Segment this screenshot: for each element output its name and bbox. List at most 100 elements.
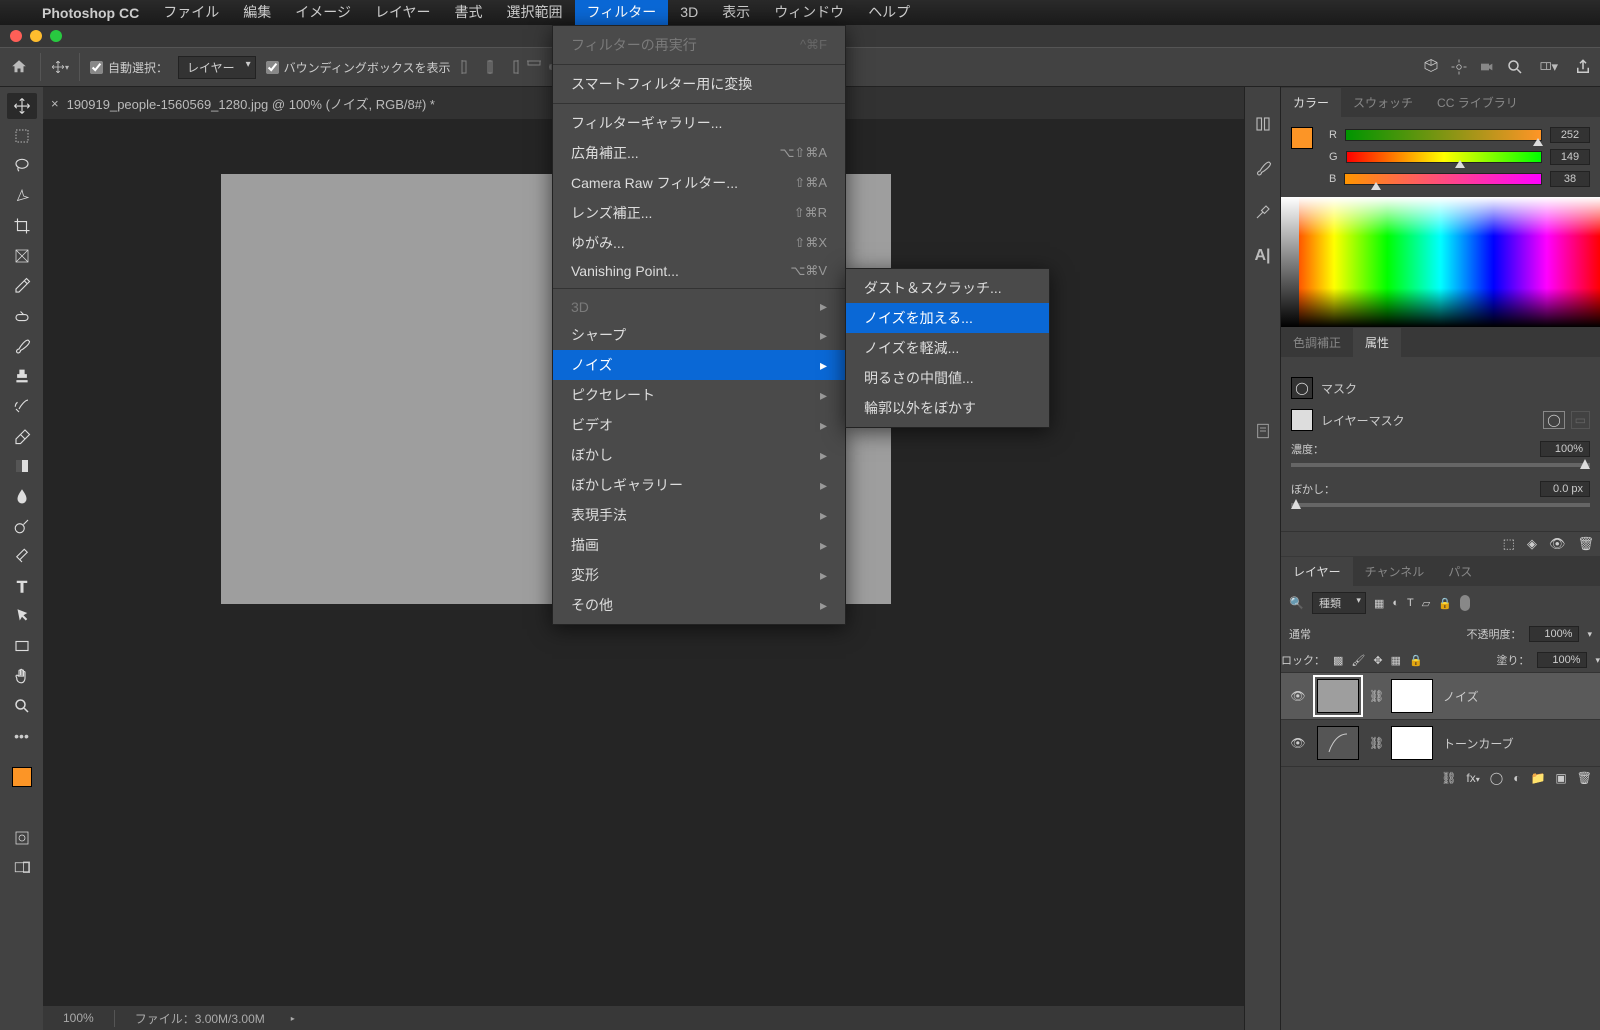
link-layers-icon[interactable]: ⛓ xyxy=(1441,771,1456,785)
filter-type-icon[interactable]: T xyxy=(1407,597,1414,609)
path-select-tool[interactable] xyxy=(7,603,37,629)
close-window-icon[interactable] xyxy=(10,30,22,42)
tab-color[interactable]: カラー xyxy=(1281,88,1341,117)
3d-mode2-icon[interactable] xyxy=(1450,58,1468,76)
pen-tool[interactable] xyxy=(7,543,37,569)
quick-select-tool[interactable] xyxy=(7,183,37,209)
tab-adjustments[interactable]: 色調補正 xyxy=(1281,328,1353,357)
g-slider[interactable] xyxy=(1346,151,1542,163)
zoom-window-icon[interactable] xyxy=(50,30,62,42)
gradient-tool[interactable] xyxy=(7,453,37,479)
character-panel-icon[interactable]: A| xyxy=(1254,247,1272,265)
zoom-tool[interactable] xyxy=(7,693,37,719)
history-brush-tool[interactable] xyxy=(7,393,37,419)
color-swatches-tool[interactable] xyxy=(12,753,32,787)
layer-style-icon[interactable]: fx▾ xyxy=(1466,771,1479,785)
visibility-icon[interactable]: 👁 xyxy=(1289,689,1307,703)
brush-tool[interactable] xyxy=(7,333,37,359)
share-icon[interactable] xyxy=(1574,58,1592,76)
menu-フィルター[interactable]: フィルター xyxy=(575,0,669,25)
hand-tool[interactable] xyxy=(7,663,37,689)
menu-イメージ[interactable]: イメージ xyxy=(283,0,363,25)
r-value[interactable]: 252 xyxy=(1550,127,1590,143)
layer-thumbnail[interactable] xyxy=(1317,679,1359,713)
3d-mode-icon[interactable] xyxy=(1422,58,1440,76)
feather-value[interactable]: 0.0 px xyxy=(1540,481,1590,497)
tab-swatches[interactable]: スウォッチ xyxy=(1341,88,1425,117)
layer-filter-type[interactable]: 種類 xyxy=(1312,592,1366,614)
invert-mask-icon[interactable]: ◈ xyxy=(1527,536,1537,552)
close-tab-icon[interactable]: × xyxy=(51,96,59,111)
screen-mode-icon[interactable] xyxy=(7,855,37,881)
type-tool[interactable] xyxy=(7,573,37,599)
menu-3D[interactable]: 3D xyxy=(668,0,710,25)
heal-tool[interactable] xyxy=(7,303,37,329)
menu-ヘルプ[interactable]: ヘルプ xyxy=(856,0,922,25)
menu-item-Camera Raw フィルター...[interactable]: Camera Raw フィルター...⇧⌘A xyxy=(553,168,845,198)
fill-value[interactable]: 100% xyxy=(1537,652,1587,668)
new-adjustment-icon[interactable]: ◐ xyxy=(1513,771,1520,785)
app-name[interactable]: Photoshop CC xyxy=(30,5,151,21)
brush-panel-icon[interactable] xyxy=(1254,159,1272,177)
r-slider[interactable] xyxy=(1345,129,1542,141)
file-info[interactable]: ファイル：3.00M/3.00M xyxy=(114,1010,285,1027)
fg-bg-swatches[interactable] xyxy=(1291,127,1321,157)
tab-paths[interactable]: パス xyxy=(1436,557,1484,586)
layer-name[interactable]: ノイズ xyxy=(1443,688,1479,705)
visibility-icon[interactable]: 👁 xyxy=(1289,736,1307,750)
delete-layer-icon[interactable]: 🗑 xyxy=(1577,771,1592,785)
home-icon[interactable] xyxy=(8,56,30,78)
mask-thumbnail[interactable] xyxy=(1391,726,1433,760)
blend-mode-select[interactable]: 通常 xyxy=(1289,626,1458,642)
quick-mask-icon[interactable] xyxy=(7,825,37,851)
layer-row[interactable]: 👁 ⛓ トーンカーブ xyxy=(1281,719,1600,766)
filter-smart-icon[interactable]: 🔒 xyxy=(1438,597,1452,610)
layer-mask-thumb[interactable] xyxy=(1291,409,1313,431)
filter-pixel-icon[interactable]: ▦ xyxy=(1374,597,1384,610)
menu-item-ゆがみ...[interactable]: ゆがみ...⇧⌘X xyxy=(553,228,845,258)
menu-ファイル[interactable]: ファイル xyxy=(151,0,231,25)
menu-選択範囲[interactable]: 選択範囲 xyxy=(495,0,575,25)
menu-item-シャープ[interactable]: シャープ xyxy=(553,320,845,350)
lasso-tool[interactable] xyxy=(7,153,37,179)
filter-toggle[interactable] xyxy=(1460,595,1470,611)
menu-item-変形[interactable]: 変形 xyxy=(553,560,845,590)
menu-item-表現手法[interactable]: 表現手法 xyxy=(553,500,845,530)
submenu-item-ダスト＆スクラッチ...[interactable]: ダスト＆スクラッチ... xyxy=(846,273,1049,303)
toggle-mask-icon[interactable]: 👁 xyxy=(1549,536,1566,552)
opacity-value[interactable]: 100% xyxy=(1529,626,1579,642)
feather-slider[interactable] xyxy=(1291,503,1590,507)
search-icon[interactable] xyxy=(1506,58,1524,76)
move-tool[interactable] xyxy=(7,93,37,119)
menu-item-ピクセレート[interactable]: ピクセレート xyxy=(553,380,845,410)
submenu-item-輪郭以外をぼかす[interactable]: 輪郭以外をぼかす xyxy=(846,393,1049,423)
menu-レイヤー[interactable]: レイヤー xyxy=(363,0,443,25)
vector-mask-icon[interactable]: ▭ xyxy=(1571,411,1590,429)
layer-row[interactable]: 👁 ⛓ ノイズ xyxy=(1281,672,1600,719)
lock-artboard-icon[interactable]: ▦ xyxy=(1391,654,1401,667)
add-mask-icon[interactable]: ◯ xyxy=(1490,771,1503,785)
menu-item-ノイズ[interactable]: ノイズ xyxy=(553,350,845,380)
menu-item-描画[interactable]: 描画 xyxy=(553,530,845,560)
filter-shape-icon[interactable]: ▱ xyxy=(1422,597,1430,610)
link-mask-icon[interactable]: ⛓ xyxy=(1369,689,1381,703)
notes-panel-icon[interactable] xyxy=(1254,422,1272,440)
g-value[interactable]: 149 xyxy=(1550,149,1590,165)
menu-ウィンドウ[interactable]: ウィンドウ xyxy=(762,0,856,25)
crop-tool[interactable] xyxy=(7,213,37,239)
menu-item-広角補正...[interactable]: 広角補正...⌥⇧⌘A xyxy=(553,138,845,168)
lock-transparency-icon[interactable]: ▩ xyxy=(1333,654,1343,667)
b-value[interactable]: 38 xyxy=(1550,171,1590,187)
submenu-item-明るさの中間値...[interactable]: 明るさの中間値... xyxy=(846,363,1049,393)
blur-tool[interactable] xyxy=(7,483,37,509)
submenu-item-ノイズを加える...[interactable]: ノイズを加える... xyxy=(846,303,1049,333)
menu-item-スマートフィルター用に変換[interactable]: スマートフィルター用に変換 xyxy=(553,69,845,99)
zoom-level[interactable]: 100% xyxy=(43,1011,114,1025)
color-spectrum[interactable] xyxy=(1281,197,1600,327)
submenu-item-ノイズを軽減...[interactable]: ノイズを軽減... xyxy=(846,333,1049,363)
history-panel-icon[interactable] xyxy=(1254,115,1272,133)
new-group-icon[interactable]: 📁 xyxy=(1530,771,1545,785)
marquee-tool[interactable] xyxy=(7,123,37,149)
filter-adjust-icon[interactable]: ◐ xyxy=(1392,597,1399,609)
menu-編集[interactable]: 編集 xyxy=(231,0,283,25)
